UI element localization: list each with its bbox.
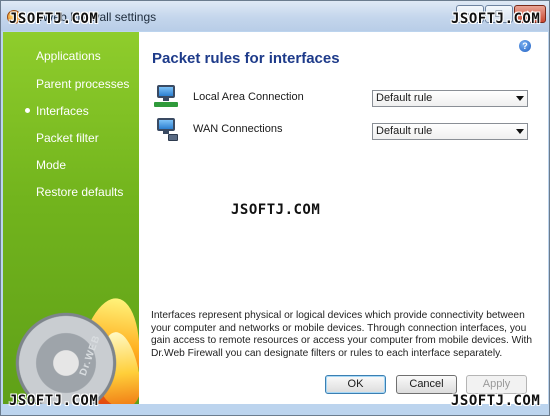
description-text: Interfaces represent physical or logical… (151, 310, 533, 359)
sidebar-item-label: Parent processes (36, 77, 130, 91)
apply-button[interactable]: Apply (466, 375, 527, 394)
sidebar-item-interfaces[interactable]: Interfaces (3, 101, 139, 121)
interface-label-wan: WAN Connections (193, 123, 283, 135)
lan-rule-select[interactable]: Default rule (372, 90, 528, 107)
page-title: Packet rules for interfaces (152, 50, 340, 67)
lan-computer-icon (154, 85, 178, 109)
main-panel: ? Packet rules for interfaces Local Area… (139, 32, 548, 404)
wan-computer-icon (154, 118, 178, 142)
help-icon[interactable]: ? (519, 40, 531, 52)
sidebar-item-restore-defaults[interactable]: Restore defaults (3, 182, 139, 202)
watermark-top-right: JSOFTJ.COM (451, 11, 541, 27)
selected-bullet-icon (25, 108, 30, 113)
wan-rule-value: Default rule (376, 125, 433, 137)
sidebar-item-packet-filter[interactable]: Packet filter (3, 128, 139, 148)
cancel-button[interactable]: Cancel (396, 375, 457, 394)
settings-window: Dr.Web Firewall settings — □ ✕ Applicati… (0, 0, 550, 416)
sidebar-item-applications[interactable]: Applications (3, 46, 139, 66)
sidebar-item-label: Restore defaults (36, 185, 124, 199)
lan-rule-value: Default rule (376, 92, 433, 104)
chevron-down-icon (516, 129, 524, 134)
sidebar-item-label: Mode (36, 158, 67, 172)
wan-rule-select[interactable]: Default rule (372, 123, 528, 140)
watermark-bottom-right: JSOFTJ.COM (451, 393, 541, 409)
sidebar-item-parent-processes[interactable]: Parent processes (3, 74, 139, 94)
sidebar-item-label: Applications (36, 49, 101, 63)
sidebar-item-mode[interactable]: Mode (3, 155, 139, 175)
watermark-center: JSOFTJ.COM (231, 202, 321, 218)
chevron-down-icon (516, 96, 524, 101)
ok-button[interactable]: OK (325, 375, 386, 394)
sidebar: Applications Parent processes Interfaces… (3, 32, 139, 404)
watermark-bottom-left: JSOFTJ.COM (9, 393, 99, 409)
sidebar-item-label: Packet filter (36, 131, 99, 145)
watermark-top-left: JSOFTJ.COM (9, 11, 99, 27)
sidebar-item-label: Interfaces (36, 104, 89, 118)
interface-label-lan: Local Area Connection (193, 91, 304, 103)
